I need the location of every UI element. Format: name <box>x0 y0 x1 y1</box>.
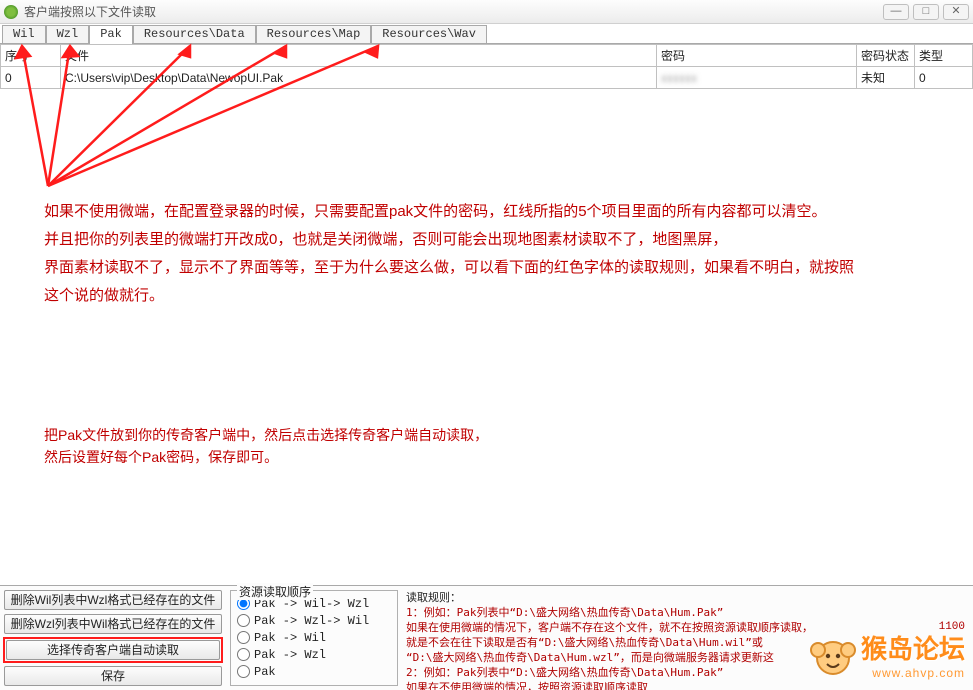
radio-input[interactable] <box>237 665 250 678</box>
radio-opt-4[interactable]: Pak <box>237 663 391 680</box>
monkey-icon <box>808 630 858 680</box>
delete-wil-button[interactable]: 删除Wil列表中Wzl格式已经存在的文件 <box>4 590 222 610</box>
rules-l6: 如果在不使用微端的情况，按照资源读取顺序读取 <box>406 680 969 690</box>
maximize-button[interactable]: □ <box>913 4 939 20</box>
radio-input[interactable] <box>237 648 250 661</box>
watermark-url: www.ahvp.com <box>872 666 965 680</box>
col-pwd[interactable]: 密码 <box>657 45 857 67</box>
tab-pak[interactable]: Pak <box>89 25 133 44</box>
annot1-l1: 如果不使用微端，在配置登录器的时候，只需要配置pak文件的密码，红线所指的5个项… <box>44 198 944 226</box>
annotation-text-2: 把Pak文件放到你的传奇客户端中，然后点击选择传奇客户端自动读取， 然后设置好每… <box>44 424 944 468</box>
read-order-group: 资源读取顺序 Pak -> Wil-> Wzl Pak -> Wzl-> Wil… <box>230 590 398 686</box>
app-icon <box>4 5 18 19</box>
annot2-l1: 把Pak文件放到你的传奇客户端中，然后点击选择传奇客户端自动读取， <box>44 424 944 446</box>
cell-seq: 0 <box>1 67 61 89</box>
tab-wil[interactable]: Wil <box>2 25 46 43</box>
col-type[interactable]: 类型 <box>915 45 973 67</box>
cell-pwd: xxxxxx <box>657 67 857 89</box>
col-pwd-state[interactable]: 密码状态 <box>857 45 915 67</box>
annot2-l2: 然后设置好每个Pak密码，保存即可。 <box>44 446 944 468</box>
group-title: 资源读取顺序 <box>237 583 313 600</box>
highlight-box: 选择传奇客户端自动读取 <box>3 637 223 663</box>
cell-type: 0 <box>915 67 973 89</box>
file-table: 序号 文件 密码 密码状态 类型 0 C:\Users\vip\Desktop\… <box>0 44 973 89</box>
cell-file: C:\Users\vip\Desktop\Data\NewopUI.Pak <box>61 67 657 89</box>
tab-resources-wav[interactable]: Resources\Wav <box>371 25 487 43</box>
watermark-name: 猴岛论坛 <box>861 634 965 664</box>
delete-wzl-button[interactable]: 删除Wzl列表中Wil格式已经存在的文件 <box>4 614 222 634</box>
radio-opt-3[interactable]: Pak -> Wzl <box>237 646 391 663</box>
title-bar: 客户端按照以下文件读取 — □ ✕ <box>0 0 973 24</box>
table-header-row: 序号 文件 密码 密码状态 类型 <box>1 45 973 67</box>
window-title: 客户端按照以下文件读取 <box>24 3 156 20</box>
annotation-text-1: 如果不使用微端，在配置登录器的时候，只需要配置pak文件的密码，红线所指的5个项… <box>44 198 944 310</box>
annot1-l2: 并且把你的列表里的微端打开改成0，也就是关闭微端，否则可能会出现地图素材读取不了… <box>44 226 944 254</box>
radio-opt-1[interactable]: Pak -> Wzl-> Wil <box>237 612 391 629</box>
save-button[interactable]: 保存 <box>4 666 222 686</box>
table-row[interactable]: 0 C:\Users\vip\Desktop\Data\NewopUI.Pak … <box>1 67 973 89</box>
rules-header: 读取规则： <box>406 590 969 605</box>
close-button[interactable]: ✕ <box>943 4 969 20</box>
radio-input[interactable] <box>237 614 250 627</box>
radio-input[interactable] <box>237 631 250 644</box>
cell-pwd-state: 未知 <box>857 67 915 89</box>
annot1-l4: 这个说的做就行。 <box>44 282 944 310</box>
minimize-button[interactable]: — <box>883 4 909 20</box>
radio-opt-2[interactable]: Pak -> Wil <box>237 629 391 646</box>
tab-resources-map[interactable]: Resources\Map <box>256 25 372 43</box>
watermark-text: 猴岛论坛 www.ahvp.com <box>861 629 965 680</box>
tab-bar: Wil Wzl Pak Resources\Data Resources\Map… <box>0 24 973 44</box>
col-file[interactable]: 文件 <box>61 45 657 67</box>
watermark: 猴岛论坛 www.ahvp.com <box>808 629 965 680</box>
button-column: 删除Wil列表中Wzl格式已经存在的文件 删除Wzl列表中Wil格式已经存在的文… <box>0 586 226 690</box>
col-seq[interactable]: 序号 <box>1 45 61 67</box>
rules-l1: 1：例如：Pak列表中“D:\盛大网络\热血传奇\Data\Hum.Pak” <box>406 605 969 620</box>
tab-resources-data[interactable]: Resources\Data <box>133 25 256 43</box>
tab-wzl[interactable]: Wzl <box>46 25 90 43</box>
auto-read-button[interactable]: 选择传奇客户端自动读取 <box>6 640 220 660</box>
annot1-l3: 界面素材读取不了，显示不了界面等等，至于为什么要这么做，可以看下面的红色字体的读… <box>44 254 944 282</box>
rules-l2: 如果在使用微端的情况下，客户端不存在这个文件，就不在按照资源读取顺序读取， <box>406 621 813 634</box>
